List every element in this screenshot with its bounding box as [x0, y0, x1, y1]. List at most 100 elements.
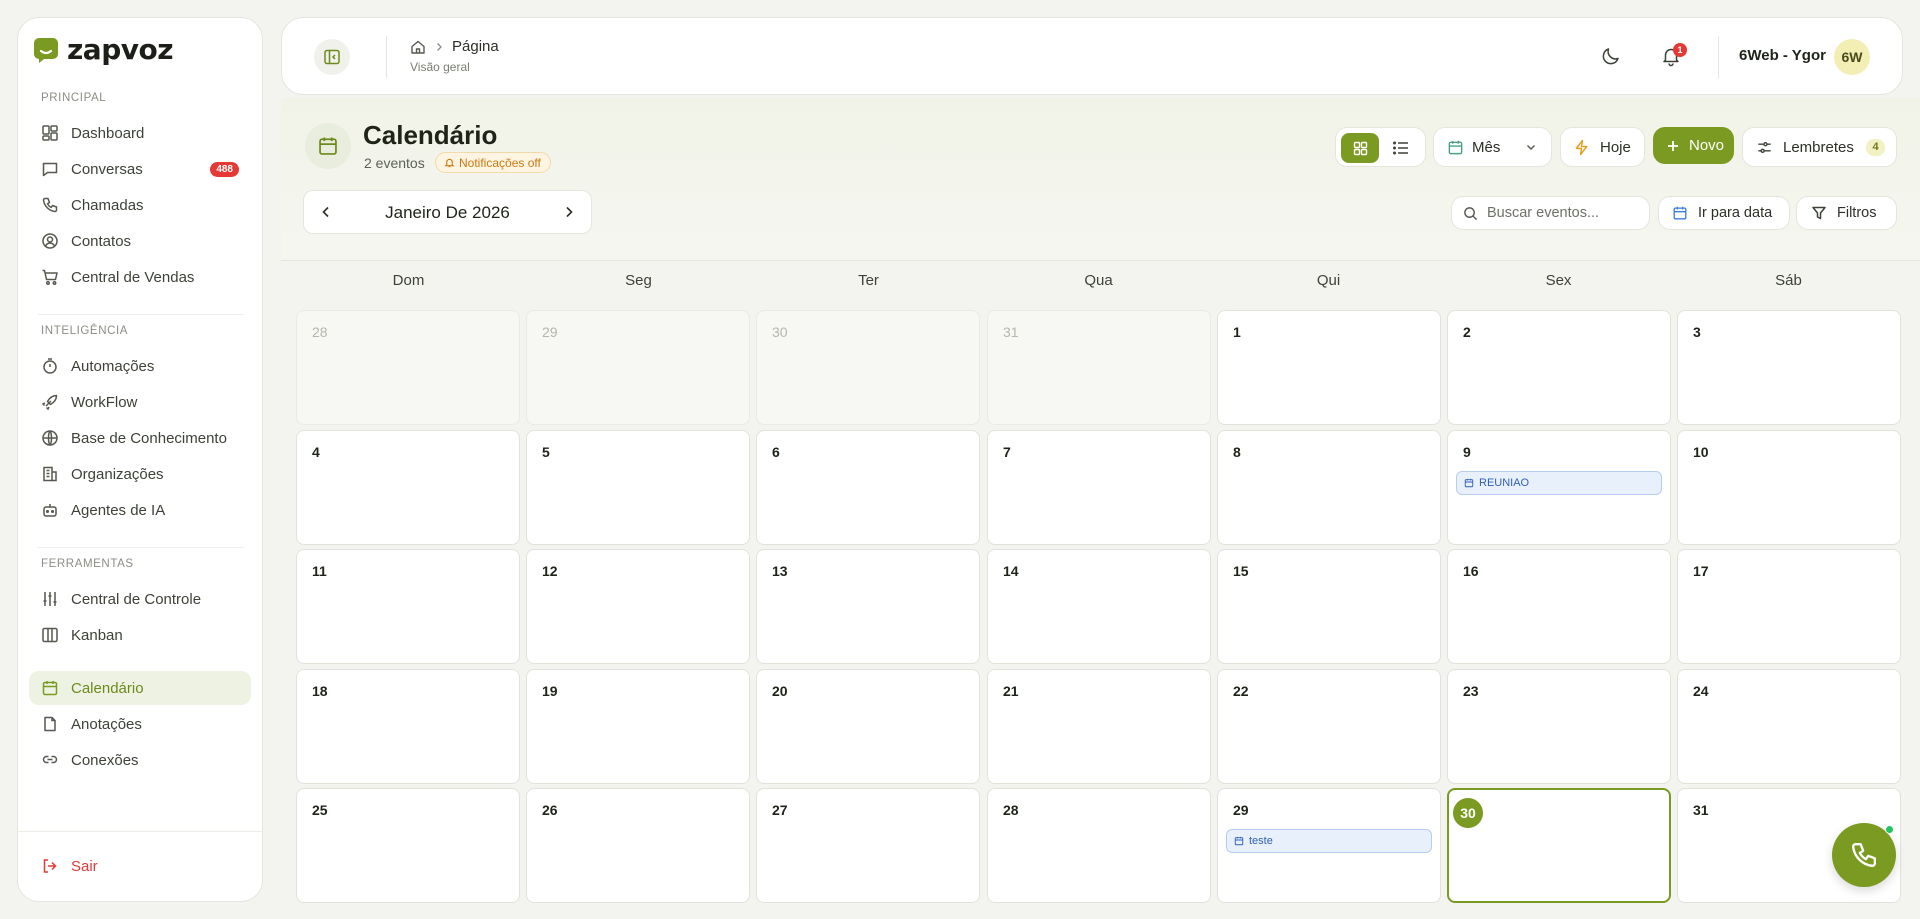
day-cell[interactable]: 13	[756, 549, 980, 664]
chevron-right-icon[interactable]	[561, 204, 577, 220]
sidebar-item-central-de-vendas[interactable]: Central de Vendas	[29, 260, 251, 294]
list-view-icon[interactable]	[1391, 138, 1411, 158]
sidebar-item-organizacoes[interactable]: Organizações	[29, 457, 251, 491]
user-name[interactable]: 6Web - Ygor	[1739, 47, 1826, 64]
sidebar-item-calendario[interactable]: Calendário	[29, 671, 251, 705]
day-cell[interactable]: 23	[1447, 669, 1671, 784]
day-cell[interactable]: 28	[296, 310, 520, 425]
sidebar-item-conversas[interactable]: Conversas 488	[29, 152, 251, 186]
notifications-status-badge[interactable]: Notificações off	[435, 152, 551, 173]
day-cell[interactable]: 9 REUNIAO	[1447, 430, 1671, 545]
day-cell[interactable]: 28	[987, 788, 1211, 903]
day-cell[interactable]: 7	[987, 430, 1211, 545]
lightning-icon	[1575, 139, 1588, 155]
event-chip[interactable]: teste	[1226, 829, 1432, 853]
day-cell[interactable]: 16	[1447, 549, 1671, 664]
sidebar-item-base-de-conhecimento[interactable]: Base de Conhecimento	[29, 421, 251, 455]
avatar[interactable]: 6W	[1834, 39, 1870, 75]
day-cell[interactable]: 27	[756, 788, 980, 903]
sidebar-item-kanban[interactable]: Kanban	[29, 618, 251, 652]
reminders-count-badge: 4	[1866, 139, 1885, 156]
day-cell[interactable]: 30	[756, 310, 980, 425]
day-cell[interactable]: 5	[526, 430, 750, 545]
sidebar-item-conexoes[interactable]: Conexões	[29, 743, 251, 777]
month-navigator: Janeiro De 2026	[303, 190, 592, 234]
sidebar-item-label: Central de Controle	[71, 590, 202, 608]
reminders-button[interactable]: Lembretes 4	[1742, 127, 1897, 167]
event-title: REUNIAO	[1479, 477, 1530, 489]
day-cell[interactable]: 2	[1447, 310, 1671, 425]
today-label: Hoje	[1600, 138, 1631, 156]
search-input[interactable]	[1487, 205, 1637, 221]
day-number: 19	[542, 683, 558, 699]
day-cell[interactable]: 10	[1677, 430, 1901, 545]
sidebar-item-workflow[interactable]: WorkFlow	[29, 385, 251, 419]
grid-view-button[interactable]	[1341, 133, 1379, 163]
day-cell[interactable]: 6	[756, 430, 980, 545]
day-cell[interactable]: 15	[1217, 549, 1441, 664]
reminders-label: Lembretes	[1783, 138, 1854, 156]
day-number: 6	[772, 444, 780, 460]
sliders-icon	[43, 592, 57, 606]
day-cell[interactable]: 29 teste	[1217, 788, 1441, 903]
bell-icon	[444, 158, 455, 168]
sidebar-item-dashboard[interactable]: Dashboard	[29, 116, 251, 150]
day-cell[interactable]: 25	[296, 788, 520, 903]
weekday-label: Qua	[1084, 272, 1113, 289]
day-cell[interactable]: 29	[526, 310, 750, 425]
day-cell[interactable]: 8	[1217, 430, 1441, 545]
sidebar-item-label: Anotações	[71, 715, 142, 733]
day-cell[interactable]: 3	[1677, 310, 1901, 425]
day-cell[interactable]: 26	[526, 788, 750, 903]
sidebar-item-automacoes[interactable]: Automações	[29, 349, 251, 383]
sidebar-toggle-button[interactable]	[314, 39, 350, 75]
day-number: 8	[1233, 444, 1241, 460]
sidebar-item-central-de-controle[interactable]: Central de Controle	[29, 582, 251, 616]
day-cell[interactable]: 21	[987, 669, 1211, 784]
day-number: 4	[312, 444, 320, 460]
day-cell[interactable]: 31	[987, 310, 1211, 425]
event-chip[interactable]: REUNIAO	[1456, 471, 1662, 495]
sidebar-item-agentes-de-ia[interactable]: Agentes de IA	[29, 493, 251, 527]
today-button[interactable]: Hoje	[1560, 127, 1645, 167]
logo-text: zapvoz	[67, 33, 174, 66]
day-cell[interactable]: 1	[1217, 310, 1441, 425]
day-number: 5	[542, 444, 550, 460]
go-to-date-label: Ir para data	[1698, 205, 1773, 221]
calendar-icon	[1464, 478, 1474, 488]
day-number: 18	[312, 683, 328, 699]
moon-icon[interactable]	[1600, 45, 1622, 67]
calendar-icon	[1234, 836, 1244, 846]
day-cell[interactable]: 11	[296, 549, 520, 664]
day-cell[interactable]: 24	[1677, 669, 1901, 784]
weekday-header-row: Dom Seg Ter Qua Qui Sex Sáb	[296, 272, 1905, 292]
go-to-date-button[interactable]: Ir para data	[1658, 196, 1790, 230]
day-cell[interactable]: 18	[296, 669, 520, 784]
note-icon	[44, 716, 56, 732]
new-event-button[interactable]: Novo	[1653, 127, 1734, 164]
day-cell[interactable]: 14	[987, 549, 1211, 664]
sidebar-item-chamadas[interactable]: Chamadas	[29, 188, 251, 222]
day-cell[interactable]: 20	[756, 669, 980, 784]
day-cell[interactable]: 12	[526, 549, 750, 664]
day-number: 31	[1003, 324, 1019, 340]
sidebar-item-label: Conversas	[71, 160, 143, 178]
day-cell[interactable]: 22	[1217, 669, 1441, 784]
logo[interactable]: zapvoz	[33, 33, 174, 66]
day-number: 2	[1463, 324, 1471, 340]
sidebar-item-anotacoes[interactable]: Anotações	[29, 707, 251, 741]
filters-button[interactable]: Filtros	[1796, 196, 1897, 230]
event-count: 2 eventos	[364, 155, 425, 171]
day-cell[interactable]: 17	[1677, 549, 1901, 664]
sidebar-collapse-icon	[324, 49, 340, 65]
day-number: 14	[1003, 563, 1019, 579]
day-cell[interactable]: 4	[296, 430, 520, 545]
sidebar-item-contatos[interactable]: Contatos	[29, 224, 251, 258]
calendar-icon	[1673, 206, 1687, 220]
view-select[interactable]: Mês	[1433, 127, 1552, 167]
day-cell[interactable]: 19	[526, 669, 750, 784]
day-cell-today[interactable]: 30	[1447, 788, 1671, 903]
home-icon[interactable]	[410, 39, 426, 55]
logout-button[interactable]: Sair	[29, 849, 251, 883]
sidebar-item-label: Organizações	[71, 465, 164, 483]
